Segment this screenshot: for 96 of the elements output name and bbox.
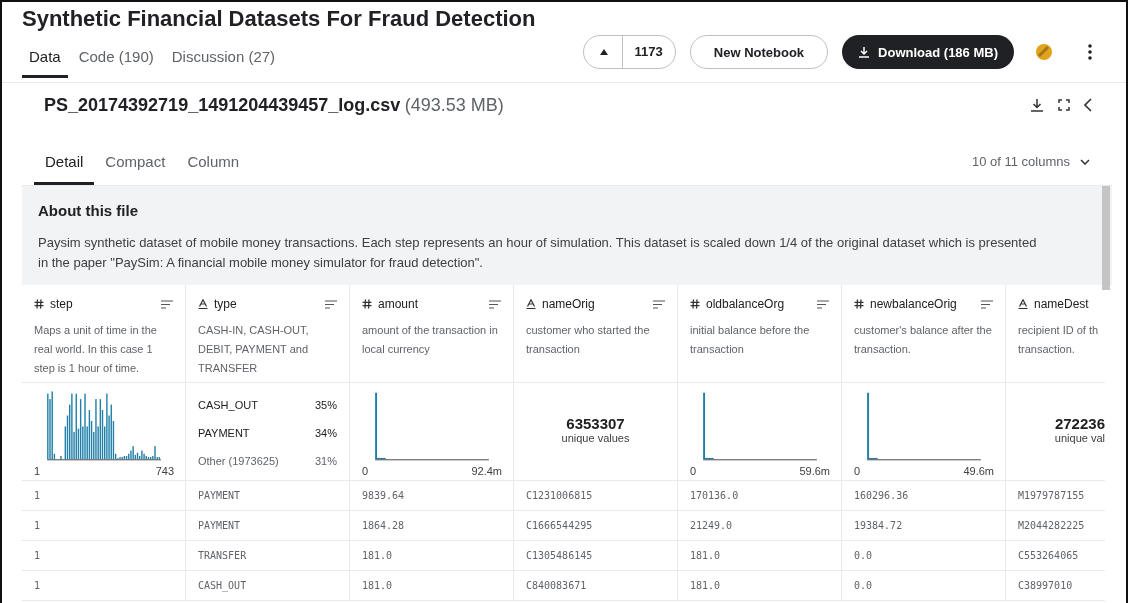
table-cell: PAYMENT bbox=[186, 481, 349, 511]
table-cell: C1231006815 bbox=[514, 481, 677, 511]
table-cell: C553264065 bbox=[1006, 541, 1105, 571]
column-name: newbalanceOrig bbox=[870, 297, 958, 311]
column-name: nameOrig bbox=[542, 297, 596, 311]
table-cell: 181.0 bbox=[678, 571, 841, 601]
column-name: oldbalanceOrg bbox=[706, 297, 786, 311]
column-description: customer's balance after the transaction. bbox=[854, 323, 993, 357]
category-label: Other (1973625) bbox=[198, 455, 279, 467]
table-cell: CASH_OUT bbox=[186, 571, 349, 601]
file-name: PS_20174392719_1491204439457_log.csv bbox=[44, 94, 401, 115]
hash-icon bbox=[362, 299, 372, 309]
category-label: PAYMENT bbox=[198, 427, 250, 439]
column-name: amount bbox=[378, 297, 420, 311]
table-cell: PAYMENT bbox=[186, 511, 349, 541]
column-description: recipient ID of th transaction. bbox=[1018, 323, 1100, 357]
sort-icon[interactable] bbox=[325, 299, 337, 309]
more-menu-icon[interactable] bbox=[1088, 44, 1092, 60]
column-description: CASH-IN, CASH-OUT, DEBIT, PAYMENT and TRANSFER bbox=[198, 323, 310, 376]
table-cell: M2044282225 bbox=[1006, 511, 1105, 541]
category-share: 34% bbox=[314, 427, 337, 439]
axis-label: 0 bbox=[362, 465, 369, 477]
axis-label: 1 bbox=[34, 465, 41, 477]
table-cell: 170136.0 bbox=[678, 481, 841, 511]
collapse-icon[interactable] bbox=[1084, 98, 1092, 112]
axis-label: 743 bbox=[155, 465, 174, 477]
column-description: amount of the transaction in local currency bbox=[362, 323, 499, 357]
column-name: step bbox=[50, 297, 74, 311]
table-cell: 19384.72 bbox=[842, 511, 1005, 541]
chevron-down-icon bbox=[1080, 158, 1090, 165]
column-description: customer who started the transaction bbox=[526, 323, 651, 357]
medal-icon[interactable] bbox=[1036, 44, 1052, 60]
sort-icon[interactable] bbox=[489, 299, 501, 309]
scrollbar[interactable] bbox=[1102, 186, 1110, 290]
column-description: Maps a unit of time in the real world. In this case 1 step is 1 hour of time. bbox=[34, 323, 158, 376]
text-type-icon bbox=[198, 299, 208, 309]
view-tab[interactable]: Compact bbox=[94, 153, 177, 185]
columns-dropdown[interactable]: 10 of 11 columns bbox=[971, 154, 1090, 185]
table-cell: C1666544295 bbox=[514, 511, 677, 541]
table-cell: 21249.0 bbox=[678, 511, 841, 541]
table-cell: 1 bbox=[22, 481, 185, 511]
hash-icon bbox=[854, 299, 864, 309]
table-cell: 1 bbox=[22, 511, 185, 541]
table-cell: 181.0 bbox=[678, 541, 841, 571]
download-icon bbox=[858, 46, 871, 58]
axis-label: 0 bbox=[690, 465, 697, 477]
column-name: nameDest bbox=[1034, 297, 1090, 311]
fullscreen-icon[interactable] bbox=[1058, 99, 1070, 111]
unique-label: unique val bbox=[1054, 432, 1105, 444]
table-cell: C1305486145 bbox=[514, 541, 677, 571]
table-cell: 0.0 bbox=[842, 571, 1005, 601]
sort-icon[interactable] bbox=[653, 299, 665, 309]
axis-label: 49.6m bbox=[963, 465, 994, 477]
axis-label: 59.6m bbox=[799, 465, 830, 477]
sort-icon[interactable] bbox=[981, 299, 993, 309]
table-cell: M1979787155 bbox=[1006, 481, 1105, 511]
hash-icon bbox=[690, 299, 700, 309]
category-label: CASH_OUT bbox=[198, 399, 258, 411]
category-share: 35% bbox=[314, 399, 337, 411]
unique-count: 6353307 bbox=[566, 415, 625, 432]
table-cell: 1 bbox=[22, 541, 185, 571]
hash-icon bbox=[34, 299, 44, 309]
tab[interactable]: Discussion (27) bbox=[164, 44, 283, 78]
tab[interactable]: Code (190) bbox=[71, 44, 161, 78]
unique-count: 272236 bbox=[1054, 415, 1105, 432]
view-tab[interactable]: Column bbox=[176, 153, 251, 185]
table-cell: 0.0 bbox=[842, 541, 1005, 571]
text-type-icon bbox=[526, 299, 536, 309]
table-cell: 181.0 bbox=[350, 571, 513, 601]
download-button[interactable]: Download (186 MB) bbox=[842, 35, 1014, 69]
table-cell: 9839.64 bbox=[350, 481, 513, 511]
table-cell: 160296.36 bbox=[842, 481, 1005, 511]
sort-icon[interactable] bbox=[817, 299, 829, 309]
column-name: type bbox=[214, 297, 238, 311]
download-icon[interactable] bbox=[1030, 98, 1044, 112]
table-cell: C38997010 bbox=[1006, 571, 1105, 601]
table-cell: TRANSFER bbox=[186, 541, 349, 571]
new-notebook-button[interactable]: New Notebook bbox=[689, 35, 829, 69]
about-heading: About this file bbox=[38, 202, 139, 219]
table-cell: 181.0 bbox=[350, 541, 513, 571]
text-type-icon bbox=[1018, 299, 1028, 309]
about-text: Paysim synthetic dataset of mobile money transactions. Each step represents an hour of simulation. This dataset is scaled down 1/4 of the original dataset which is presented in the paper "PaySim: A financial mobile money simulator for fraud detection". bbox=[38, 234, 1038, 272]
dataset-title: Synthetic Financial Datasets For Fraud Detection bbox=[22, 6, 536, 32]
axis-label: 92.4m bbox=[471, 465, 502, 477]
upvote-icon bbox=[599, 49, 608, 55]
tab[interactable]: Data bbox=[22, 44, 68, 78]
table-cell: 1 bbox=[22, 571, 185, 601]
file-size: (493.53 MB) bbox=[404, 94, 504, 115]
column-description: initial balance before the transaction bbox=[690, 323, 811, 357]
category-share: 31% bbox=[314, 455, 337, 467]
unique-label: unique values bbox=[561, 432, 630, 444]
axis-label: 0 bbox=[854, 465, 861, 477]
sort-icon[interactable] bbox=[161, 299, 173, 309]
table-cell: C840083671 bbox=[514, 571, 677, 601]
upvote-count: 1173 bbox=[621, 36, 675, 68]
table-cell: 1864.28 bbox=[350, 511, 513, 541]
